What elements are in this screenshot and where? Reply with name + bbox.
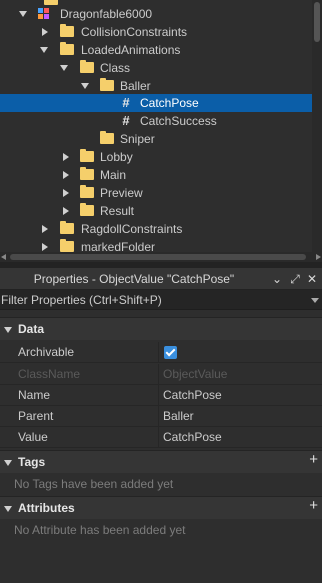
- section-label: Tags: [18, 455, 46, 469]
- tree-label: Sniper: [120, 132, 155, 146]
- property-name: Archivable: [18, 345, 75, 359]
- property-name: Parent: [18, 409, 54, 423]
- tree-label: CatchPose: [140, 96, 199, 110]
- popout-icon[interactable]: ⤢: [288, 271, 302, 287]
- attributes-empty-text: No Attribute has been added yet: [14, 523, 186, 537]
- section-label: Attributes: [18, 501, 75, 515]
- section-label: Data: [18, 322, 45, 336]
- property-value[interactable]: Baller: [163, 406, 194, 427]
- collapse-arrow-icon[interactable]: [4, 506, 12, 512]
- expand-arrow-icon[interactable]: [61, 166, 71, 184]
- tree-label: LoadedAnimations: [81, 43, 181, 57]
- add-tag-button[interactable]: +: [309, 451, 318, 468]
- vertical-scrollbar[interactable]: [312, 0, 322, 252]
- property-value[interactable]: CatchPose: [163, 385, 222, 406]
- tags-empty-text: No Tags have been added yet: [14, 477, 174, 491]
- tree-label: CatchSuccess: [140, 114, 217, 128]
- folder-icon: [100, 131, 114, 144]
- collapse-arrow-icon[interactable]: [4, 327, 12, 333]
- property-value: ObjectValue: [163, 367, 228, 381]
- section-data-header[interactable]: Data: [0, 317, 322, 340]
- tree-row-collisionconstraints[interactable]: CollisionConstraints: [0, 23, 312, 41]
- expand-arrow-icon[interactable]: [61, 202, 71, 220]
- expand-arrow-icon[interactable]: [40, 220, 50, 238]
- close-icon[interactable]: ✕: [305, 271, 319, 287]
- scroll-right-icon[interactable]: [316, 254, 321, 260]
- folder-icon: [80, 167, 94, 180]
- properties-header: Properties - ObjectValue "CatchPose" ⌄ ⤢…: [0, 268, 322, 290]
- column-divider: [158, 342, 159, 363]
- tree-row-baller[interactable]: Baller: [0, 77, 312, 95]
- property-name: Value: [18, 430, 48, 444]
- tree-row-result[interactable]: Result: [0, 202, 312, 220]
- tree-row-sniper[interactable]: Sniper: [0, 130, 312, 148]
- folder-icon: [60, 221, 74, 234]
- property-row-value[interactable]: Value CatchPose: [0, 427, 322, 448]
- object-value-icon: #: [122, 95, 130, 110]
- folder-icon: [80, 60, 94, 73]
- tree-row-dragonfable[interactable]: Dragonfable6000: [0, 5, 312, 23]
- section-tags-header[interactable]: Tags +: [0, 450, 322, 473]
- column-divider: [158, 364, 159, 385]
- expand-arrow-icon[interactable]: [39, 41, 49, 59]
- property-row-name[interactable]: Name CatchPose: [0, 385, 322, 406]
- properties-title: Properties - ObjectValue "CatchPose": [33, 272, 235, 286]
- folder-icon: [80, 185, 94, 198]
- model-icon: [38, 8, 50, 20]
- property-name: Name: [18, 388, 51, 402]
- tree-row-preview[interactable]: Preview: [0, 184, 312, 202]
- properties-empty-area: [0, 540, 322, 583]
- folder-icon: [80, 203, 94, 216]
- archivable-checkbox[interactable]: [164, 346, 177, 359]
- tree-row-catchpose[interactable]: # CatchPose: [0, 94, 312, 112]
- tree-label: Main: [100, 168, 127, 182]
- collapse-arrow-icon[interactable]: [4, 460, 12, 466]
- tree-label: Result: [100, 204, 135, 218]
- tree-row-catchsuccess[interactable]: # CatchSuccess: [0, 112, 312, 130]
- filter-properties-input[interactable]: [0, 290, 310, 310]
- expand-arrow-icon[interactable]: [40, 23, 50, 41]
- scroll-left-icon[interactable]: [1, 254, 6, 260]
- tree-label: Lobby: [100, 150, 133, 164]
- horizontal-scrollbar[interactable]: [0, 252, 322, 262]
- tree-label: CollisionConstraints: [81, 25, 188, 39]
- property-row-archivable[interactable]: Archivable: [0, 342, 322, 363]
- explorer-panel: Dragonfable6000 CollisionConstraints Loa…: [0, 0, 322, 262]
- property-name: ClassName: [18, 367, 81, 381]
- column-divider: [158, 427, 159, 448]
- folder-icon: [100, 78, 114, 91]
- scrollbar-thumb[interactable]: [314, 2, 320, 42]
- collapse-icon[interactable]: ⌄: [270, 271, 284, 287]
- property-row-parent[interactable]: Parent Baller: [0, 406, 322, 427]
- expand-arrow-icon[interactable]: [18, 5, 28, 23]
- property-row-classname: ClassName ObjectValue: [0, 364, 322, 385]
- tree-row-main[interactable]: Main: [0, 166, 312, 184]
- property-value[interactable]: CatchPose: [163, 427, 222, 448]
- tree-label: Dragonfable6000: [60, 7, 153, 21]
- tree-label: Class: [100, 61, 131, 75]
- section-attributes-header[interactable]: Attributes +: [0, 496, 322, 519]
- folder-icon: [60, 42, 74, 55]
- folder-icon: [60, 24, 74, 37]
- column-divider: [158, 385, 159, 406]
- chevron-down-icon[interactable]: [311, 298, 319, 303]
- filter-bar: [0, 290, 322, 310]
- tree-row-lobby[interactable]: Lobby: [0, 148, 312, 166]
- add-attribute-button[interactable]: +: [309, 497, 318, 514]
- tree-label: Baller: [120, 79, 151, 93]
- tree-label: RagdollConstraints: [81, 222, 183, 236]
- tree-row-ragdollconstraints[interactable]: RagdollConstraints: [0, 220, 312, 238]
- object-value-icon: #: [122, 113, 130, 128]
- tree-row-class[interactable]: Class: [0, 59, 312, 77]
- tree-label: Preview: [100, 186, 143, 200]
- folder-icon: [80, 149, 94, 162]
- expand-arrow-icon[interactable]: [80, 77, 90, 95]
- expand-arrow-icon[interactable]: [59, 59, 69, 77]
- folder-icon: [60, 239, 74, 252]
- tree-row-loadedanimations[interactable]: LoadedAnimations: [0, 41, 312, 59]
- expand-arrow-icon[interactable]: [61, 148, 71, 166]
- scrollbar-thumb[interactable]: [10, 254, 306, 260]
- expand-arrow-icon[interactable]: [61, 184, 71, 202]
- column-divider: [158, 406, 159, 427]
